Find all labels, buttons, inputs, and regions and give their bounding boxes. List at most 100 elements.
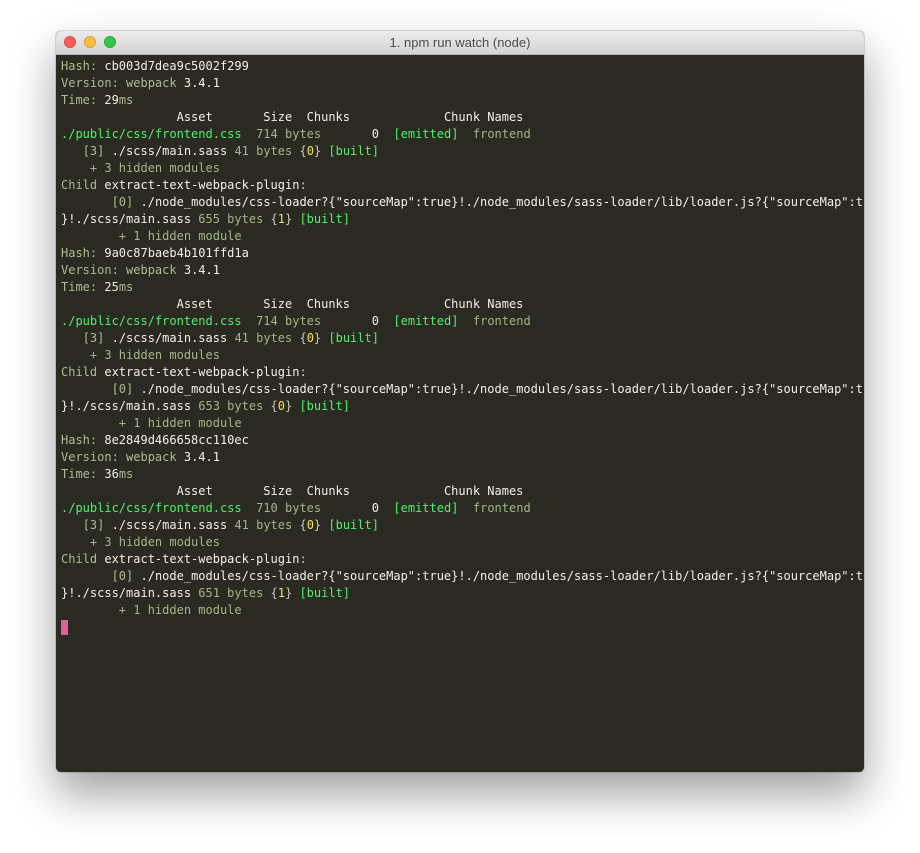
child-chunk: 1: [277, 212, 285, 226]
asset-name: ./public/css/frontend.css: [61, 314, 242, 328]
child-module-row: [0] ./node_modules/css-loader?{"sourceMa…: [61, 194, 864, 211]
time-line: Time: 25ms: [61, 279, 864, 296]
module-chunk: 0: [306, 144, 314, 158]
child-module-path: ./node_modules/css-loader?{"sourceMap":t…: [140, 195, 865, 209]
asset-size: 714: [256, 314, 278, 328]
header-chunks: Chunks: [306, 110, 351, 124]
hidden-modules: + 3 hidden modules: [89, 535, 220, 549]
asset-name: ./public/css/frontend.css: [61, 501, 242, 515]
header-asset: Asset: [176, 484, 213, 498]
asset-size-unit: bytes: [285, 501, 322, 515]
chunk-name: frontend: [472, 127, 531, 141]
child-module-id: [0]: [111, 569, 134, 583]
window-title: 1. npm run watch (node): [389, 35, 531, 50]
time-value: 29: [104, 93, 119, 107]
asset-name: ./public/css/frontend.css: [61, 127, 242, 141]
version-label: Version:: [61, 76, 119, 90]
child-hidden-module: + 1 hidden module: [118, 416, 242, 430]
terminal-output[interactable]: Hash: cb003d7dea9c5002f299 Version: webpa…: [56, 55, 864, 772]
child-hidden-row: + 1 hidden module: [61, 602, 864, 619]
header-size: Size: [263, 484, 293, 498]
version-label: Version:: [61, 450, 119, 464]
module-id: [3]: [82, 518, 105, 532]
child-size: 653 bytes: [198, 399, 264, 413]
asset-size: 714: [256, 127, 278, 141]
chunk-name: frontend: [472, 501, 531, 515]
child-module-row-cont: }!./scss/main.sass 655 bytes {1} [built]: [61, 212, 351, 226]
child-label: Child: [61, 365, 98, 379]
child-module-path: ./node_modules/css-loader?{"sourceMap":t…: [140, 569, 865, 583]
hash-label: Hash:: [61, 59, 98, 73]
asset-size-unit: bytes: [285, 314, 322, 328]
child-hidden-module: + 1 hidden module: [118, 229, 242, 243]
time-value: 25: [104, 280, 119, 294]
hidden-modules: + 3 hidden modules: [89, 161, 220, 175]
built-status: [built]: [328, 331, 379, 345]
child-size: 655 bytes: [198, 212, 264, 226]
built-status: [built]: [328, 144, 379, 158]
version-value: 3.4.1: [183, 76, 220, 90]
prompt-line: [61, 619, 864, 636]
time-label: Time:: [61, 280, 98, 294]
child-built-status: [built]: [299, 399, 351, 413]
header-chunks: Chunks: [306, 484, 351, 498]
hash-line: Hash: 9a0c87baeb4b101ffd1a: [61, 245, 864, 262]
child-label: Child: [61, 552, 98, 566]
header-chunks: Chunks: [306, 297, 351, 311]
asset-row: ./public/css/frontend.css 714 bytes 0 [e…: [61, 126, 864, 143]
chunk-name: frontend: [472, 314, 531, 328]
hash-value: 8e2849d466658cc110ec: [104, 433, 249, 447]
header-pad: [61, 484, 177, 498]
module-path: ./scss/main.sass: [111, 144, 228, 158]
module-size: 41 bytes: [234, 518, 293, 532]
child-row: Child extract-text-webpack-plugin:: [61, 552, 307, 566]
version-line: Version: webpack 3.4.1: [61, 75, 864, 92]
header-size: Size: [263, 297, 293, 311]
child-module-row-cont: }!./scss/main.sass 651 bytes {1} [built]: [61, 586, 351, 600]
table-header: Asset Size Chunks Chunk Names: [61, 296, 864, 313]
hash-label: Hash:: [61, 433, 98, 447]
header-pad: [61, 297, 177, 311]
built-status: [built]: [328, 518, 379, 532]
header-chunk-names: Chunk Names: [443, 297, 524, 311]
child-built-status: [built]: [299, 586, 351, 600]
table-header: Asset Size Chunks Chunk Names: [61, 483, 864, 500]
emitted-status: [emitted]: [393, 127, 459, 141]
version-line: Version: webpack 3.4.1: [61, 262, 864, 279]
child-module-path: ./node_modules/css-loader?{"sourceMap":t…: [140, 382, 865, 396]
title-bar[interactable]: 1. npm run watch (node): [56, 31, 864, 55]
hash-label: Hash:: [61, 246, 98, 260]
child-hidden-module: + 1 hidden module: [118, 603, 242, 617]
asset-size: 710: [256, 501, 278, 515]
header-chunk-names: Chunk Names: [443, 110, 524, 124]
child-row: Child extract-text-webpack-plugin:: [61, 365, 307, 379]
asset-row: ./public/css/frontend.css 714 bytes 0 [e…: [61, 313, 864, 330]
time-unit: ms: [118, 280, 134, 294]
child-module-row-cont: }!./scss/main.sass 653 bytes {0} [built]: [61, 399, 351, 413]
module-size: 41 bytes: [234, 331, 293, 345]
header-chunk-names: Chunk Names: [443, 484, 524, 498]
child-chunk: 0: [277, 399, 285, 413]
module-size: 41 bytes: [234, 144, 293, 158]
child-built-status: [built]: [299, 212, 351, 226]
child-module-id: [0]: [111, 382, 134, 396]
child-row: Child extract-text-webpack-plugin:: [61, 178, 307, 192]
version-tool: webpack: [126, 76, 177, 90]
module-row: [3] ./scss/main.sass 41 bytes {0} [built…: [82, 518, 379, 532]
asset-chunk: 0: [371, 314, 379, 328]
hash-value: 9a0c87baeb4b101ffd1a: [104, 246, 249, 260]
module-id: [3]: [82, 144, 105, 158]
hash-line: Hash: 8e2849d466658cc110ec: [61, 432, 864, 449]
hidden-modules-row: + 3 hidden modules: [61, 534, 864, 551]
table-header: Asset Size Chunks Chunk Names: [61, 109, 864, 126]
module-chunk: 0: [306, 331, 314, 345]
module-path: ./scss/main.sass: [111, 331, 228, 345]
emitted-status: [emitted]: [393, 314, 459, 328]
hidden-modules: + 3 hidden modules: [89, 348, 220, 362]
child-module-row: [0] ./node_modules/css-loader?{"sourceMa…: [61, 568, 864, 585]
child-hidden-row: + 1 hidden module: [61, 415, 864, 432]
module-row: [3] ./scss/main.sass 41 bytes {0} [built…: [82, 331, 379, 345]
child-module-row: [0] ./node_modules/css-loader?{"sourceMa…: [61, 381, 864, 398]
hash-value: cb003d7dea9c5002f299: [104, 59, 249, 73]
asset-chunk: 0: [371, 501, 379, 515]
